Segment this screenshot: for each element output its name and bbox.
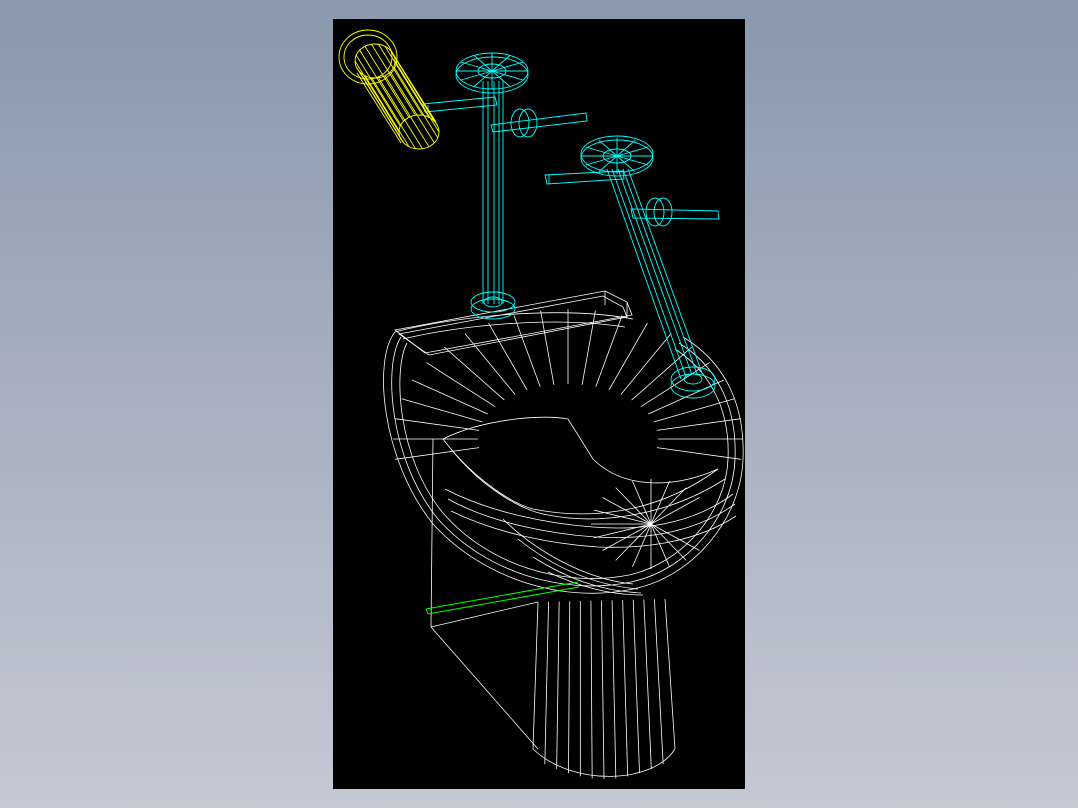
right-angled-pipe <box>606 168 703 380</box>
toilet-bowl-wireframe <box>383 290 744 780</box>
toilet-basin <box>442 416 737 548</box>
right-handle-spokes <box>581 138 653 174</box>
right-floor-flange <box>670 366 716 399</box>
drain-fitting-wireframe[interactable] <box>338 29 440 150</box>
drain-fitting-facets <box>354 44 440 149</box>
app-window <box>0 0 1078 808</box>
left-vertical-pipe <box>482 81 504 304</box>
pedestal-facets <box>544 599 664 780</box>
left-horizontal-pipe <box>422 96 588 138</box>
drawing-viewport[interactable] <box>333 19 745 789</box>
supply-pipes-wireframe <box>422 52 720 399</box>
wireframe-model[interactable] <box>333 19 745 789</box>
pedestal-edge-highlight <box>425 581 580 615</box>
toilet-pedestal <box>430 438 676 777</box>
drain-fan-lines <box>591 479 700 569</box>
